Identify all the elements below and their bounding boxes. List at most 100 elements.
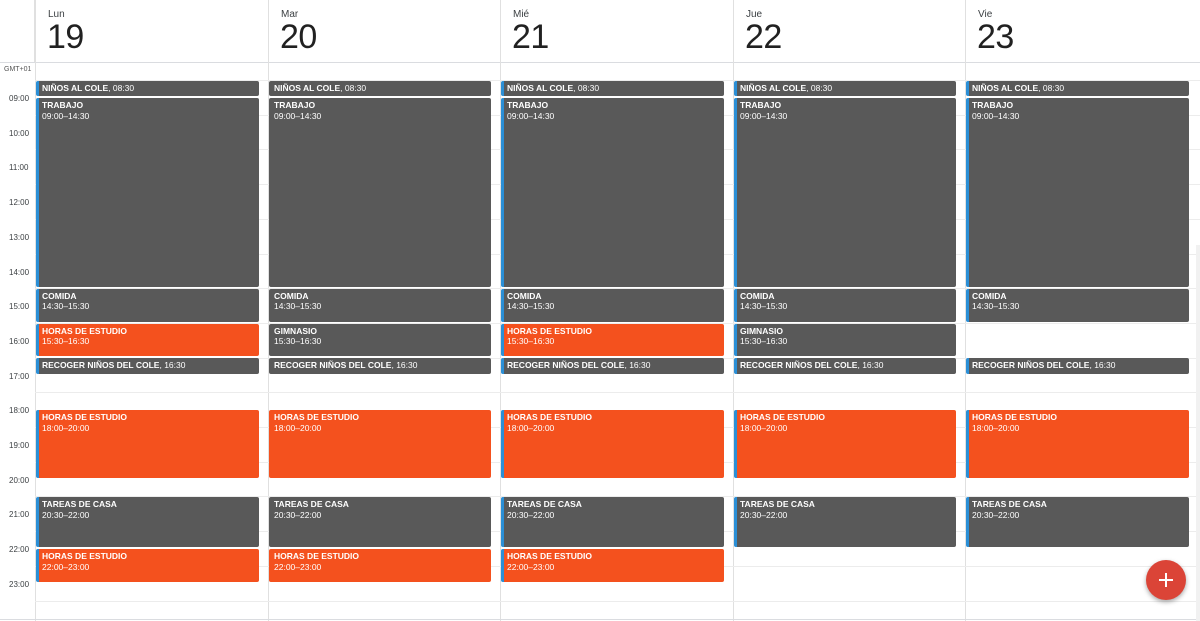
scrollbar[interactable]: [1196, 245, 1200, 621]
event-tareas-de-casa[interactable]: TAREAS DE CASA 20:30–22:00: [36, 497, 259, 548]
event-time: 20:30–22:00: [972, 509, 1020, 520]
week-calendar: Lun 19 Mar 20 Mié 21 Jue 22 Vie 23 GMT+01 09:00 10…: [0, 0, 1200, 621]
event-time: 15:30–16:30: [42, 336, 90, 347]
event-comida[interactable]: COMIDA 14:30–15:30: [36, 288, 259, 322]
event-horas-de-estudio[interactable]: HORAS DE ESTUDIO 22:00–23:00: [269, 549, 491, 582]
hour-label: 15:00: [9, 302, 30, 312]
event-trabajo[interactable]: TRABAJO 09:00–14:30: [501, 98, 724, 287]
event-recoger-niños-del-cole[interactable]: RECOGER NIÑOS DEL COLE, 16:30: [269, 358, 491, 374]
event-niños-al-cole[interactable]: NIÑOS AL COLE, 08:30: [36, 80, 259, 96]
event-time: 16:30: [396, 360, 418, 371]
event-time: 14:30–15:30: [972, 301, 1020, 312]
event-trabajo[interactable]: TRABAJO 09:00–14:30: [734, 98, 956, 287]
event-title: HORAS DE ESTUDIO: [740, 412, 826, 423]
day-header-mié[interactable]: Mié 21: [500, 0, 733, 62]
event-recoger-niños-del-cole[interactable]: RECOGER NIÑOS DEL COLE, 16:30: [501, 358, 724, 374]
day-number: 23: [977, 18, 1014, 56]
event-niños-al-cole[interactable]: NIÑOS AL COLE, 08:30: [966, 80, 1189, 96]
event-time: 16:30: [1094, 360, 1116, 371]
event-title: TAREAS DE CASA: [507, 499, 582, 510]
bottom-divider: [0, 619, 1200, 620]
event-time: 20:30–22:00: [42, 509, 90, 520]
event-horas-de-estudio[interactable]: HORAS DE ESTUDIO 15:30–16:30: [501, 323, 724, 357]
event-time: 18:00–20:00: [507, 422, 555, 433]
event-title: HORAS DE ESTUDIO: [507, 551, 593, 562]
event-title: GIMNASIO: [274, 325, 317, 336]
event-time: 08:30: [1042, 82, 1065, 93]
event-comida[interactable]: COMIDA 14:30–15:30: [501, 288, 724, 322]
event-title: TAREAS DE CASA: [972, 499, 1047, 510]
day-header-vie[interactable]: Vie 23: [965, 0, 1198, 62]
event-comida[interactable]: COMIDA 14:30–15:30: [966, 288, 1189, 322]
event-horas-de-estudio[interactable]: HORAS DE ESTUDIO 18:00–20:00: [501, 410, 724, 478]
hour-label: 21:00: [9, 510, 30, 520]
event-time: 14:30–15:30: [507, 301, 555, 312]
event-title: RECOGER NIÑOS DEL COLE: [507, 360, 625, 371]
event-title: RECOGER NIÑOS DEL COLE: [740, 360, 858, 371]
event-trabajo[interactable]: TRABAJO 09:00–14:30: [966, 98, 1189, 287]
day-header-mar[interactable]: Mar 20: [268, 0, 500, 62]
event-trabajo[interactable]: TRABAJO 09:00–14:30: [36, 98, 259, 287]
event-title: TRABAJO: [972, 100, 1014, 110]
event-title: RECOGER NIÑOS DEL COLE: [972, 360, 1090, 371]
event-title: NIÑOS AL COLE: [507, 82, 574, 93]
event-time: 09:00–14:30: [972, 110, 1020, 121]
event-title: HORAS DE ESTUDIO: [274, 412, 360, 423]
event-time: 22:00–23:00: [274, 561, 322, 572]
event-title: HORAS DE ESTUDIO: [507, 412, 593, 423]
event-horas-de-estudio[interactable]: HORAS DE ESTUDIO 15:30–16:30: [36, 323, 259, 357]
event-title: HORAS DE ESTUDIO: [42, 412, 128, 423]
event-horas-de-estudio[interactable]: HORAS DE ESTUDIO 18:00–20:00: [269, 410, 491, 478]
event-comida[interactable]: COMIDA 14:30–15:30: [734, 288, 956, 322]
event-gimnasio[interactable]: GIMNASIO 15:30–16:30: [269, 323, 491, 357]
event-time: 09:00–14:30: [42, 110, 90, 121]
event-time: 14:30–15:30: [42, 301, 90, 312]
event-horas-de-estudio[interactable]: HORAS DE ESTUDIO 22:00–23:00: [501, 549, 724, 582]
event-time: 15:30–16:30: [507, 336, 555, 347]
hour-label: 17:00: [9, 371, 30, 381]
event-niños-al-cole[interactable]: NIÑOS AL COLE, 08:30: [269, 80, 491, 96]
event-time: 08:30: [112, 82, 135, 93]
event-title: HORAS DE ESTUDIO: [274, 551, 360, 562]
event-title: RECOGER NIÑOS DEL COLE: [274, 360, 392, 371]
event-horas-de-estudio[interactable]: HORAS DE ESTUDIO 18:00–20:00: [966, 410, 1189, 478]
event-title: TRABAJO: [740, 100, 782, 110]
event-niños-al-cole[interactable]: NIÑOS AL COLE, 08:30: [501, 80, 724, 96]
day-header-lun[interactable]: Lun 19: [35, 0, 268, 62]
event-title: RECOGER NIÑOS DEL COLE: [42, 360, 160, 371]
event-title: COMIDA: [507, 290, 542, 301]
hour-label: 23:00: [9, 579, 30, 589]
day-number: 22: [745, 18, 782, 56]
event-time: 16:30: [629, 360, 651, 371]
event-horas-de-estudio[interactable]: HORAS DE ESTUDIO 18:00–20:00: [36, 410, 259, 478]
event-title: TAREAS DE CASA: [740, 499, 815, 510]
event-time: 18:00–20:00: [274, 422, 322, 433]
event-recoger-niños-del-cole[interactable]: RECOGER NIÑOS DEL COLE, 16:30: [966, 358, 1189, 374]
event-time: 16:30: [164, 360, 186, 371]
event-time: 15:30–16:30: [740, 336, 788, 347]
event-trabajo[interactable]: TRABAJO 09:00–14:30: [269, 98, 491, 287]
day-header-jue[interactable]: Jue 22: [733, 0, 965, 62]
event-time: 09:00–14:30: [507, 110, 555, 121]
hour-label: 13:00: [9, 232, 30, 242]
event-time: 20:30–22:00: [507, 509, 555, 520]
event-horas-de-estudio[interactable]: HORAS DE ESTUDIO 22:00–23:00: [36, 549, 259, 582]
header-divider: [0, 62, 1200, 63]
event-title: NIÑOS AL COLE: [740, 82, 807, 93]
event-title: TAREAS DE CASA: [42, 499, 117, 510]
event-niños-al-cole[interactable]: NIÑOS AL COLE, 08:30: [734, 80, 956, 96]
event-tareas-de-casa[interactable]: TAREAS DE CASA 20:30–22:00: [501, 497, 724, 548]
event-title: TRABAJO: [274, 100, 316, 110]
create-event-button[interactable]: [1146, 560, 1186, 600]
event-recoger-niños-del-cole[interactable]: RECOGER NIÑOS DEL COLE, 16:30: [734, 358, 956, 374]
event-time: 09:00–14:30: [740, 110, 788, 121]
event-horas-de-estudio[interactable]: HORAS DE ESTUDIO 18:00–20:00: [734, 410, 956, 478]
event-comida[interactable]: COMIDA 14:30–15:30: [269, 288, 491, 322]
event-recoger-niños-del-cole[interactable]: RECOGER NIÑOS DEL COLE, 16:30: [36, 358, 259, 374]
event-title: HORAS DE ESTUDIO: [507, 325, 593, 336]
event-gimnasio[interactable]: GIMNASIO 15:30–16:30: [734, 323, 956, 357]
event-tareas-de-casa[interactable]: TAREAS DE CASA 20:30–22:00: [966, 497, 1189, 548]
event-title: COMIDA: [740, 290, 775, 301]
event-tareas-de-casa[interactable]: TAREAS DE CASA 20:30–22:00: [734, 497, 956, 548]
event-tareas-de-casa[interactable]: TAREAS DE CASA 20:30–22:00: [269, 497, 491, 548]
